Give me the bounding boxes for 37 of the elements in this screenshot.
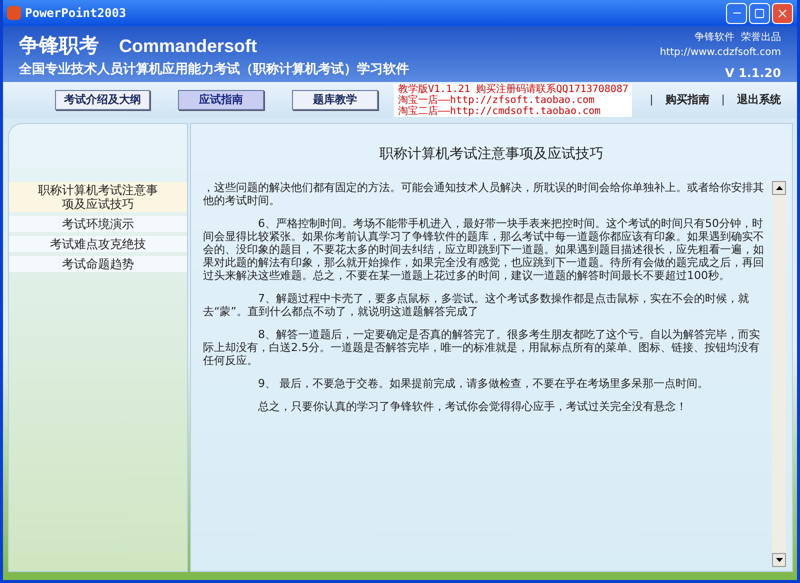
nav-button[interactable]: 考试介绍及大纲 bbox=[55, 90, 150, 110]
article-paragraph: 7、解题过程中卡壳了，要多点鼠标，多尝试。这个考试多数操作都是点击鼠标，实在不会的时候，就去“蒙”。直到什么都点不动了，就说明这道题解答完成了 bbox=[203, 292, 750, 318]
window-title: PowerPoint2003 bbox=[25, 5, 126, 22]
header-link[interactable]: 退出系统 bbox=[737, 92, 781, 108]
separator: | bbox=[721, 92, 725, 108]
website-url: http://www.cdzfsoft.com bbox=[660, 46, 781, 60]
version: V 1.1.20 bbox=[725, 65, 781, 82]
sidebar-item[interactable]: 考试难点攻克绝技 bbox=[9, 236, 187, 252]
scroll-up-icon[interactable] bbox=[772, 181, 786, 195]
publisher: 争锋软件 荣誉出品 bbox=[694, 30, 781, 45]
nav-button[interactable]: 应试指南 bbox=[178, 90, 264, 110]
scrollbar[interactable] bbox=[772, 181, 786, 567]
header-link[interactable]: 购买指南 bbox=[665, 92, 710, 108]
brand-name: 争锋职考 bbox=[19, 32, 99, 59]
article-paragraph: 9、 最后，不要急于交卷。如果提前完成，请多做检查，不要在乎在考场里多呆那一点时间。 bbox=[257, 377, 710, 390]
notice-line: 教学版V1.1.21 购买注册码请联系QQ1713708087 bbox=[398, 84, 628, 94]
notice-line: 淘宝一店——http://zfsoft.taobao.com bbox=[398, 94, 596, 106]
maximize-icon bbox=[754, 8, 765, 18]
separator: | bbox=[650, 92, 654, 108]
scroll-down-icon[interactable] bbox=[772, 553, 786, 567]
subtitle: 全国专业技术人员计算机应用能力考试（职称计算机考试）学习软件 bbox=[19, 60, 409, 79]
close-icon bbox=[776, 6, 789, 20]
close-button[interactable] bbox=[772, 2, 793, 24]
sidebar-item[interactable]: 职称计算机考试注意事项及应试技巧 bbox=[9, 182, 187, 212]
notice-line: 淘宝二店——http://cmdsoft.taobao.com bbox=[398, 106, 602, 116]
article-paragraph: ，这些问题的解决他们都有固定的方法。可能会通知技术人员解决，所耽误的时间会给你单独补上。或者给你安排其他的考试时间。 bbox=[203, 181, 765, 207]
article-title: 职称计算机考试注意事项及应试技巧 bbox=[378, 145, 604, 164]
maximize-button[interactable] bbox=[749, 2, 770, 24]
article-paragraph: 总之，只要你认真的学习了争锋软件，考试你会觉得得心应手，考试过关完全没有悬念！ bbox=[257, 400, 688, 413]
nav-button[interactable]: 题库教学 bbox=[292, 90, 378, 110]
sidebar-item[interactable]: 考试命题趋势 bbox=[9, 256, 187, 272]
article-paragraph: 8、解答一道题后，一定要确定是否真的解答完了。很多考生朋友都吃了这个亏。自以为解答完毕，而实际上却没有，白送2.5分。一道题是否解答完毕，唯一的标准就是，用鼠标点所有的菜单、图标、链接、按钮均没有任何反应。 bbox=[203, 328, 761, 367]
article-paragraph: 6、严格控制时间。考场不能带手机进入，最好带一块手表来把控时间。这个考试的时间只有50分钟，时间会显得比较紧张。如果你考前认真学习了争锋软件的题库，那么考试中每一道题你都应该有印象。如果遇到确实不会的、没印象的题目，不要花太多的时间去纠结，应立即跳到下一道题。如果遇到题目描述很长，应先粗看一遍，如果对此题的解法有印象，那么就开始操作，如果完全没有感觉，也应跳到下一道题。待所有会做的题完成之后，再回过头来解决这些难题。总之，不要在某一道题上花过多的时间，建议一道题的解答时间最长不要超过100秒。 bbox=[203, 217, 765, 282]
app-icon bbox=[7, 6, 21, 20]
sidebar-item[interactable]: 考试环境演示 bbox=[9, 216, 187, 232]
brand-english: Commandersoft bbox=[119, 35, 258, 58]
minimize-button[interactable] bbox=[726, 2, 747, 24]
